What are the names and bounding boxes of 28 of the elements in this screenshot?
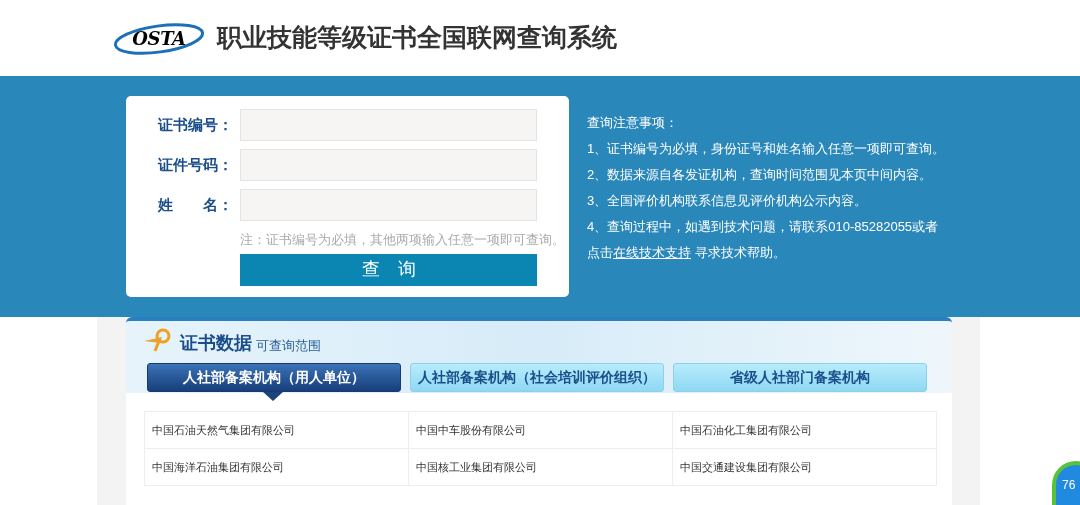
notice-title: 查询注意事项： xyxy=(587,114,679,132)
notice-line: 1、证书编号为必填，身份证号和姓名输入任意一项即可查询。 xyxy=(587,140,946,158)
tab[interactable]: 省级人社部门备案机构 xyxy=(673,363,927,392)
table-cell: 中国交通建设集团有限公司 xyxy=(673,449,937,486)
input-field[interactable] xyxy=(240,109,537,141)
table-cell: 中国中车股份有限公司 xyxy=(409,412,673,449)
support-link[interactable]: 在线技术支持 xyxy=(613,245,691,260)
field-label: 证件号码： xyxy=(156,154,234,175)
tab[interactable]: 人社部备案机构（社会培训评价组织） xyxy=(410,363,664,392)
input-field[interactable] xyxy=(240,149,537,181)
notice-line: 4、查询过程中，如遇到技术问题，请联系010-85282055或者 xyxy=(587,218,940,236)
table-cell: 中国石油化工集团有限公司 xyxy=(673,412,937,449)
field-label: 证书编号： xyxy=(156,114,234,135)
input-field[interactable] xyxy=(240,189,537,221)
notice-line: 2、数据来源自各发证机构，查询时间范围见本页中间内容。 xyxy=(587,166,934,184)
tab-pointer-icon xyxy=(263,392,283,401)
table-cell: 中国石油天然气集团有限公司 xyxy=(145,412,409,449)
table-cell: 中国核工业集团有限公司 xyxy=(409,449,673,486)
field-label: 姓 名： xyxy=(157,194,234,215)
query-button[interactable]: 查 询 xyxy=(240,253,537,286)
notice-line: 点击在线技术支持 寻求技术帮助。 xyxy=(587,244,787,262)
section-subtitle: 可查询范围 xyxy=(256,337,321,355)
section-title: 证书数据 xyxy=(180,331,252,355)
site-title: 职业技能等级证书全国联网查询系统 xyxy=(217,22,617,55)
notice-line: 3、全国评价机构联系信息见评价机构公示内容。 xyxy=(587,192,869,210)
table-cell: 中国海洋石油集团有限公司 xyxy=(145,449,409,486)
tab[interactable]: 人社部备案机构（用人单位） xyxy=(147,363,401,392)
osta-logo: OSTA xyxy=(113,20,205,56)
